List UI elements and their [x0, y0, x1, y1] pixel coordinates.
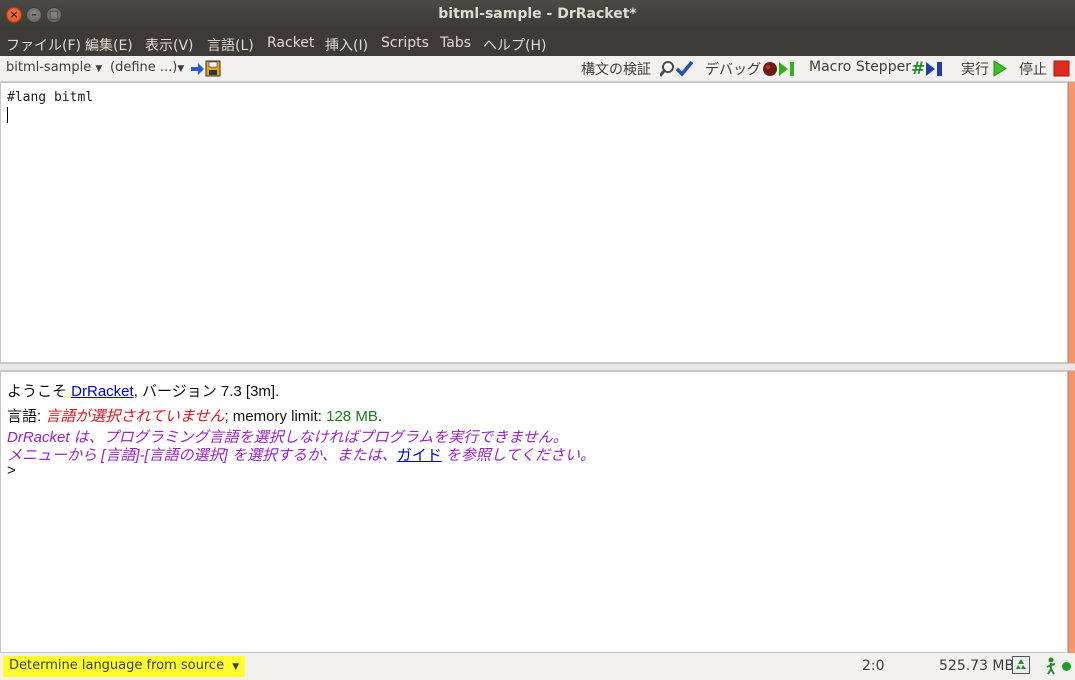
memory-limit-suffix: . — [377, 408, 382, 425]
interactions-scrollbar[interactable] — [1068, 371, 1075, 653]
running-person-icon — [1046, 657, 1056, 675]
title-bar: × – □ bitml-sample - DrRacket* — [0, 0, 1075, 30]
debug-icon — [763, 62, 794, 76]
run-button[interactable]: 実行 — [961, 59, 989, 79]
save-icon[interactable] — [190, 60, 222, 78]
file-dropdown-label: bitml-sample — [6, 60, 92, 75]
debug-button[interactable]: デバッグ — [705, 59, 761, 79]
message-line-2: メニューから [言語]-[言語の選択] を選択するか、または、ガイド を参照して… — [7, 444, 595, 465]
define-dropdown[interactable]: (define ...)▼ — [110, 60, 184, 75]
status-bar: Determine language from source ▼ 2:0 525… — [0, 653, 1075, 680]
message-line-2-suffix: を参照してください。 — [441, 447, 595, 464]
guide-link[interactable]: ガイド — [397, 447, 442, 464]
language-selector[interactable]: Determine language from source ▼ — [3, 656, 246, 677]
editor-scrollbar[interactable] — [1068, 82, 1075, 363]
chevron-down-icon: ▼ — [177, 64, 185, 74]
welcome-prefix: ようこそ — [7, 383, 72, 400]
menu-help[interactable]: ヘルプ(H) — [483, 35, 546, 55]
file-dropdown[interactable]: bitml-sample ▼ — [6, 60, 102, 75]
welcome-suffix: , バージョン 7.3 [3m]. — [133, 383, 280, 400]
menu-language[interactable]: 言語(L) — [207, 35, 254, 55]
message-line-2-prefix: メニューから [言語]-[言語の選択] を選択するか、または、 — [7, 447, 397, 464]
definitions-editor[interactable]: #lang bitml — [0, 82, 1068, 363]
check-syntax-button[interactable]: 構文の検証 — [581, 59, 651, 79]
menu-insert[interactable]: 挿入(I) — [325, 35, 368, 55]
svg-text:#: # — [911, 59, 925, 78]
menu-view[interactable]: 表示(V) — [145, 35, 194, 55]
stop-icon — [1053, 60, 1070, 77]
interactions-pane[interactable]: ようこそ DrRacket, バージョン 7.3 [3m]. 言語: 言語が選択… — [0, 371, 1068, 653]
run-icon — [993, 60, 1007, 77]
check-syntax-icon — [660, 60, 694, 77]
chevron-down-icon: ▼ — [95, 64, 103, 74]
menu-file[interactable]: ファイル(F) — [6, 35, 81, 55]
memory-usage: 525.73 MB — [939, 658, 1015, 674]
recycle-icon[interactable] — [1012, 656, 1030, 674]
language-selector-label: Determine language from source — [9, 658, 225, 673]
toolbar: bitml-sample ▼ (define ...)▼ 構文の検証 デバッグ … — [0, 56, 1075, 82]
status-indicator — [1062, 662, 1071, 671]
welcome-line: ようこそ DrRacket, バージョン 7.3 [3m]. — [7, 380, 279, 401]
language-prefix: 言語: — [7, 408, 46, 425]
chevron-down-icon: ▼ — [232, 662, 240, 672]
memory-limit-value: 128 MB — [326, 408, 378, 425]
repl-prompt: > — [7, 462, 16, 479]
menu-edit[interactable]: 編集(E) — [85, 35, 133, 55]
drracket-link[interactable]: DrRacket — [71, 383, 134, 400]
pane-divider[interactable] — [0, 363, 1075, 371]
text-cursor — [7, 107, 8, 123]
macro-stepper-icon: # — [911, 59, 942, 78]
menu-tabs[interactable]: Tabs — [440, 35, 471, 51]
window-title: bitml-sample - DrRacket* — [438, 6, 637, 22]
code-line: #lang bitml — [7, 90, 94, 105]
stop-button[interactable]: 停止 — [1019, 59, 1047, 79]
menu-racket[interactable]: Racket — [267, 35, 314, 51]
language-line: 言語: 言語が選択されていません; memory limit: 128 MB. — [7, 405, 382, 426]
macro-stepper-button[interactable]: Macro Stepper — [809, 59, 911, 75]
menu-bar: ファイル(F) 編集(E) 表示(V) 言語(L) Racket 挿入(I) S… — [0, 30, 1075, 56]
memory-limit-prefix: ; memory limit: — [224, 408, 327, 425]
menu-scripts[interactable]: Scripts — [381, 35, 429, 51]
language-error: 言語が選択されていません — [45, 408, 225, 425]
cursor-position: 2:0 — [862, 658, 885, 674]
define-dropdown-label: (define ...) — [110, 60, 178, 75]
